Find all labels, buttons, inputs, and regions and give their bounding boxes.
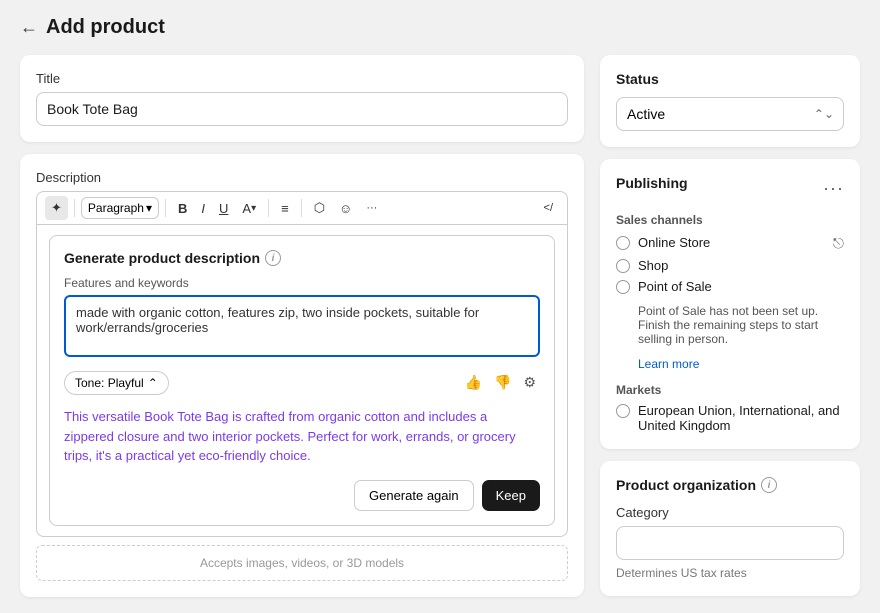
status-card: Status Active Draft Archived ⌃⌄	[600, 55, 860, 147]
market-text: European Union, International, and Unite…	[638, 403, 844, 433]
paragraph-dropdown[interactable]: Paragraph ▾	[81, 197, 159, 219]
link-button[interactable]: ⬡	[308, 196, 331, 220]
title-card: Title	[20, 55, 584, 142]
title-label: Title	[36, 71, 568, 86]
channel-radio-3[interactable]	[616, 280, 630, 294]
page-container: ← Add product Title Description ✦	[0, 0, 880, 613]
toolbar-separator-3	[268, 199, 269, 217]
left-column: Title Description ✦ Paragraph ▾	[20, 55, 584, 597]
code-button[interactable]: </	[538, 198, 559, 218]
more-button[interactable]: ···	[360, 198, 383, 218]
ai-popup-title: Generate product description i	[64, 250, 540, 266]
page-header: ← Add product	[20, 16, 860, 39]
status-select-wrapper: Active Draft Archived ⌃⌄	[616, 97, 844, 131]
publishing-card: Publishing ··· Sales channels Online Sto…	[600, 159, 860, 449]
emoji-button[interactable]: ☺	[333, 197, 358, 220]
title-input[interactable]	[36, 92, 568, 126]
toolbar-separator-2	[165, 199, 166, 217]
publishing-title: Publishing	[616, 175, 688, 191]
editor-content[interactable]: Generate product description i Features …	[36, 224, 568, 537]
features-label: Features and keywords	[64, 276, 540, 290]
back-button[interactable]: ←	[20, 17, 38, 38]
editor-toolbar: ✦ Paragraph ▾ B I U A ▾	[36, 191, 568, 224]
action-row: Generate again Keep	[64, 480, 540, 511]
channel-radio-1[interactable]	[616, 236, 630, 250]
channel-name-online-store: Online Store	[638, 235, 710, 250]
toolbar-separator-4	[301, 199, 302, 217]
editor-inner: Generate product description i Features …	[37, 225, 567, 536]
description-card: Description ✦ Paragraph ▾ B I U	[20, 154, 584, 597]
underline-button[interactable]: U	[213, 197, 234, 220]
channel-pos: Point of Sale Point of Sale has not been…	[616, 279, 844, 371]
info-icon: i	[265, 250, 281, 266]
channels-label: Sales channels	[616, 213, 844, 227]
settings-button[interactable]: ⚙	[519, 370, 540, 395]
markets-label: Markets	[616, 383, 844, 397]
publishing-menu-button[interactable]: ···	[823, 178, 844, 199]
pos-note: Point of Sale has not been set up. Finis…	[638, 304, 844, 346]
thumbs-down-button[interactable]: 👎	[490, 370, 515, 395]
status-select[interactable]: Active Draft Archived	[616, 97, 844, 131]
tone-row: Tone: Playful ⌃ 👍 👎 ⚙	[64, 370, 540, 395]
feedback-icons: 👍 👎 ⚙	[461, 370, 540, 395]
market-radio[interactable]	[616, 404, 630, 418]
channel-online-store: Online Store ⎋	[616, 235, 844, 252]
ai-popup: Generate product description i Features …	[49, 235, 555, 526]
publishing-header: Publishing ···	[616, 175, 844, 201]
tone-button[interactable]: Tone: Playful ⌃	[64, 371, 169, 395]
category-note: Determines US tax rates	[616, 566, 844, 580]
learn-more-link[interactable]: Learn more	[638, 357, 699, 371]
right-column: Status Active Draft Archived ⌃⌄ Publishi…	[600, 55, 860, 596]
ai-toolbar-button[interactable]: ✦	[45, 196, 68, 220]
page-title: Add product	[46, 16, 165, 39]
channel-radio-2[interactable]	[616, 259, 630, 273]
italic-button[interactable]: I	[195, 197, 211, 220]
text-color-button[interactable]: A ▾	[236, 197, 262, 220]
product-org-info-icon: i	[761, 477, 777, 493]
channel-name-pos: Point of Sale	[638, 279, 712, 294]
channel-shop: Shop	[616, 258, 844, 273]
channel-name-shop: Shop	[638, 258, 668, 273]
generated-text: This versatile Book Tote Bag is crafted …	[64, 407, 540, 466]
keep-button[interactable]: Keep	[482, 480, 540, 511]
description-label: Description	[36, 170, 568, 185]
toolbar-separator-1	[74, 199, 75, 217]
category-label: Category	[616, 505, 844, 520]
market-item: European Union, International, and Unite…	[616, 403, 844, 433]
features-textarea[interactable]: made with organic cotton, features zip, …	[64, 295, 540, 357]
main-layout: Title Description ✦ Paragraph ▾	[20, 55, 860, 597]
category-input[interactable]	[616, 526, 844, 560]
thumbs-up-button[interactable]: 👍	[461, 370, 486, 395]
store-link-icon[interactable]: ⎋	[833, 235, 844, 252]
media-placeholder[interactable]: Accepts images, videos, or 3D models	[36, 545, 568, 581]
bold-button[interactable]: B	[172, 197, 193, 220]
status-title: Status	[616, 71, 844, 87]
align-button[interactable]: ≡	[275, 197, 295, 220]
generate-again-button[interactable]: Generate again	[354, 480, 474, 511]
product-org-title: Product organization	[616, 477, 756, 493]
